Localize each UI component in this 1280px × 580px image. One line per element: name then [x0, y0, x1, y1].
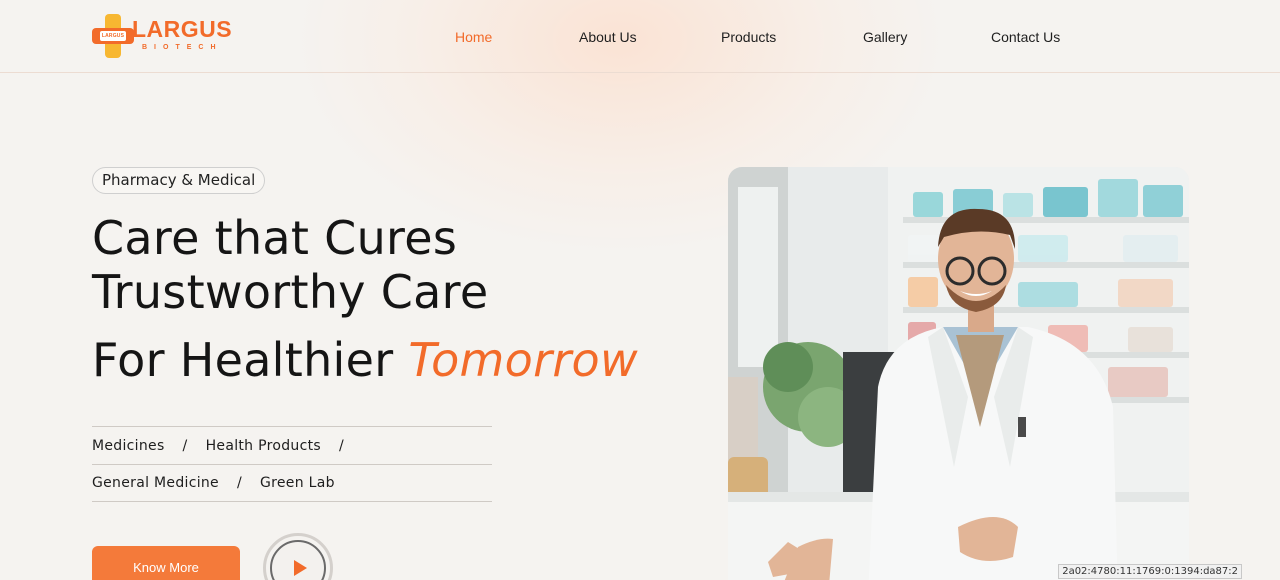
service-general-medicine: General Medicine [92, 475, 219, 491]
service-medicines: Medicines [92, 437, 165, 454]
hero-tag: Pharmacy & Medical [92, 167, 266, 194]
site-header: LARGUS LARGUS BIOTECH Home About Us Prod… [0, 0, 1280, 73]
brand-subtitle: BIOTECH [142, 44, 223, 51]
service-health-products: Health Products [205, 437, 321, 454]
nav-home[interactable]: Home [455, 28, 492, 46]
nav-about-us[interactable]: About Us [579, 28, 637, 46]
pharmacist-photo [728, 167, 1189, 580]
nav-products[interactable]: Products [721, 28, 776, 46]
service-list: Medicines / Health Products / General Me… [92, 426, 492, 502]
service-row: General Medicine / Green Lab [92, 464, 492, 502]
hero-subtitle: For Healthier Tomorrow [92, 333, 638, 387]
know-more-button[interactable]: Know More [92, 546, 240, 580]
service-separator: / [182, 437, 188, 454]
nav-gallery[interactable]: Gallery [863, 28, 907, 46]
play-icon [293, 560, 307, 576]
service-green-lab: Green Lab [260, 475, 335, 491]
service-separator: / [236, 475, 242, 491]
hero-title-line3: For Healthier [92, 333, 394, 387]
service-separator: / [338, 437, 344, 454]
hero-title-line2: Trustworthy Care [92, 265, 489, 319]
brand-name: LARGUS [132, 16, 233, 42]
play-video-button[interactable] [263, 533, 333, 580]
site-logo[interactable]: LARGUS LARGUS BIOTECH [92, 12, 242, 60]
logo-mark-text: LARGUS [100, 31, 126, 41]
nav-contact-us[interactable]: Contact Us [991, 28, 1060, 46]
cross-logo-icon: LARGUS [92, 14, 134, 58]
hero-title-accent: Tomorrow [408, 333, 638, 387]
ip-address-label: 2a02:4780:11:1769:0:1394:da87:2 [1058, 564, 1242, 579]
service-row: Medicines / Health Products / [92, 426, 492, 464]
hero-title: Care that Cures Trustworthy Care [92, 211, 488, 319]
hero-title-line1: Care that Cures [92, 211, 458, 265]
